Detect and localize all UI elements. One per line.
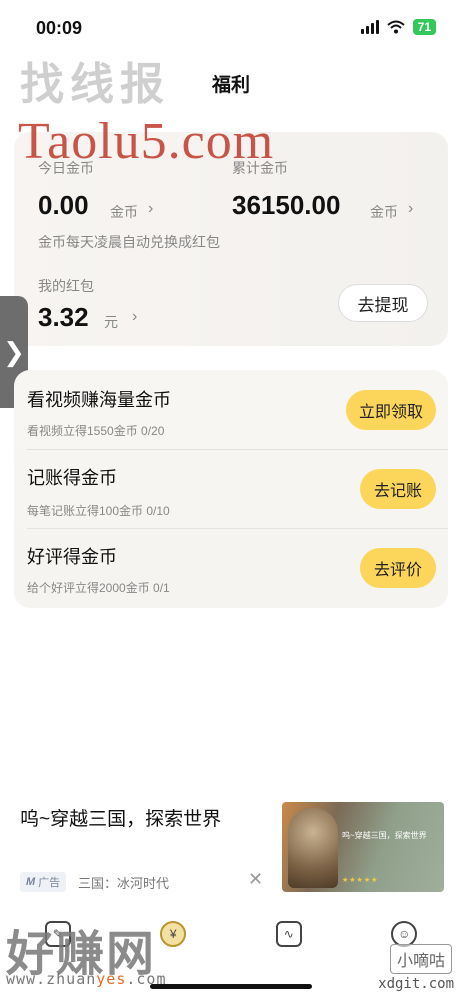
ad-image-stars: ★★★★★: [342, 877, 379, 884]
task-title: 看视频赚海量金币: [27, 390, 171, 410]
ad-badge: M 广告: [20, 872, 67, 892]
watermark-url-top: Taolu5.com: [18, 113, 275, 170]
withdraw-button[interactable]: 去提现: [338, 284, 428, 322]
ad-image[interactable]: 呜~穿越三国，探索世界 ★★★★★: [282, 802, 444, 892]
ad-source: 三国：冰河时代: [78, 876, 170, 891]
task-subtitle: 看视频立得1550金币 0/20: [27, 424, 165, 438]
today-coins-value[interactable]: 0.00: [38, 190, 89, 221]
task-subtitle: 每笔记账立得100金币 0/10: [27, 504, 170, 518]
chevron-right-icon[interactable]: ›: [408, 200, 413, 218]
page-title: 福利: [211, 75, 250, 96]
coins-exchange-note: 金币每天凌晨自动兑换成红包: [38, 234, 220, 250]
ad-logo-icon: M: [26, 876, 36, 888]
watermark-url-bottom: www.zhuanyes.com: [6, 970, 167, 988]
ad-tag-label: 广告: [38, 877, 61, 889]
total-coins-value[interactable]: 36150.00: [232, 190, 340, 221]
go-review-button[interactable]: 去评价: [360, 548, 436, 588]
redpacket-label: 我的红包: [38, 278, 94, 294]
redpacket-value[interactable]: 3.32: [38, 302, 89, 333]
ad-title[interactable]: 呜~穿越三国，探索世界: [20, 804, 221, 831]
task-item: 好评得金币 给个好评立得2000金币 0/1 去评价: [14, 529, 448, 607]
signal-icon: [360, 20, 379, 34]
watermark-url-right: xdgit.com: [378, 976, 454, 992]
battery-icon: 71: [412, 19, 436, 35]
close-icon[interactable]: ✕: [248, 869, 263, 890]
claim-video-reward-button[interactable]: 立即领取: [346, 390, 436, 430]
home-indicator[interactable]: [150, 984, 312, 989]
redpacket-unit: 元: [104, 314, 118, 330]
task-item: 记账得金币 每笔记账立得100金币 0/10 去记账: [14, 450, 448, 528]
chevron-right-icon[interactable]: ›: [148, 200, 153, 218]
ad-image-figure: [288, 808, 338, 888]
status-time: 00:09: [36, 18, 83, 38]
ad-image-caption: 呜~穿越三国，探索世界: [342, 831, 427, 840]
today-coins-unit: 金币: [110, 204, 138, 220]
watermark-brand-right: 小嘀咕: [389, 944, 452, 974]
total-coins-unit: 金币: [370, 204, 398, 220]
status-icons: 71: [360, 19, 436, 35]
task-item: 看视频赚海量金币 看视频立得1550金币 0/20 立即领取: [14, 370, 448, 448]
go-bookkeeping-button[interactable]: 去记账: [360, 469, 436, 509]
status-bar: 00:09 71: [0, 0, 462, 52]
wifi-icon: [386, 20, 405, 34]
coin-icon[interactable]: ¥: [160, 921, 187, 947]
task-list-card: 看视频赚海量金币 看视频立得1550金币 0/20 立即领取 记账得金币 每笔记…: [14, 370, 448, 608]
task-title: 好评得金币: [27, 547, 117, 567]
task-subtitle: 给个好评立得2000金币 0/1: [27, 581, 170, 595]
chevron-right-icon: ❯: [3, 336, 25, 367]
chart-icon[interactable]: ∿: [275, 921, 302, 947]
task-title: 记账得金币: [27, 468, 117, 488]
chevron-right-icon[interactable]: ›: [132, 308, 137, 326]
